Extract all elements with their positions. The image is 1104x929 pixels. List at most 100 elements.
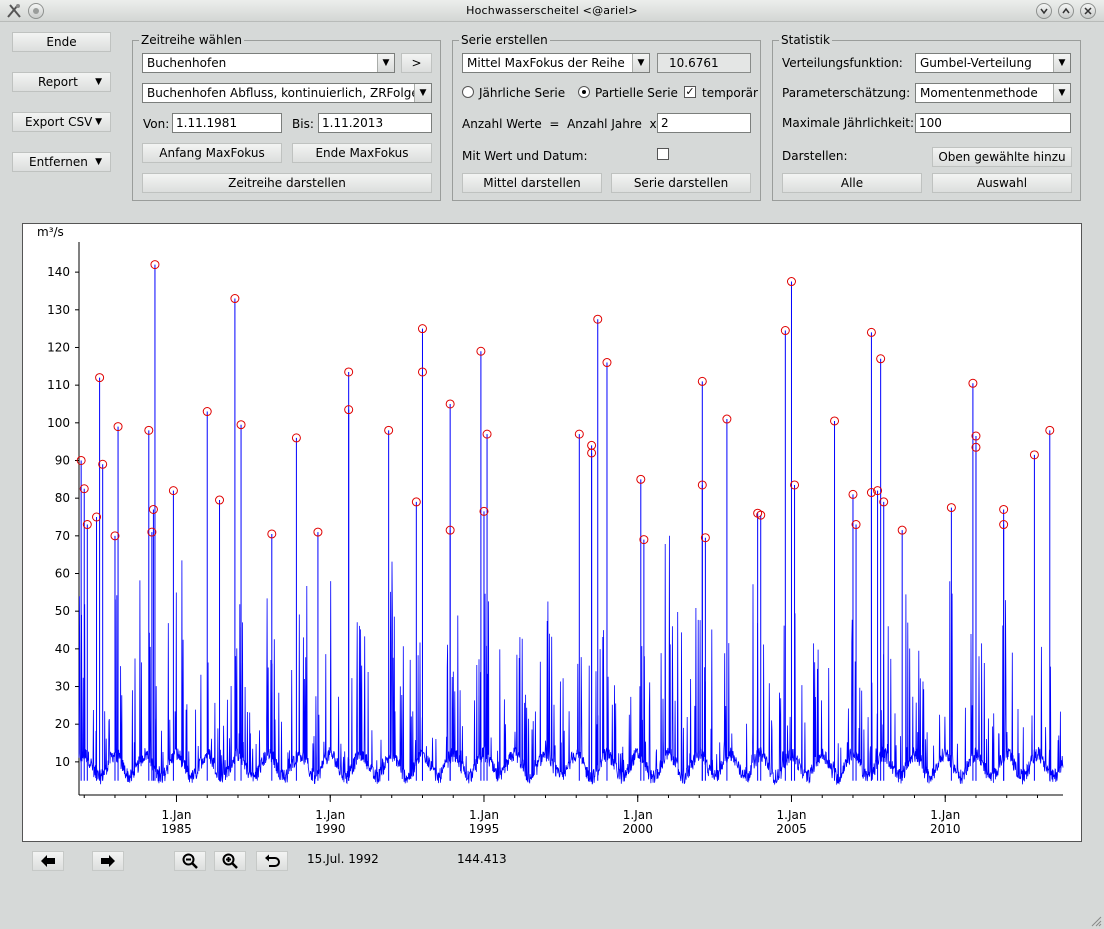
entfernen-label: Entfernen bbox=[29, 155, 88, 169]
entfernen-dropdown[interactable]: Entfernen ▼ bbox=[12, 152, 111, 172]
pan-left-button[interactable] bbox=[32, 851, 64, 871]
zeitreihe-group-title: Zeitreihe wählen bbox=[139, 33, 244, 47]
report-label: Report bbox=[38, 75, 78, 89]
pan-right-button[interactable] bbox=[92, 851, 124, 871]
y-tick-label: 120 bbox=[47, 340, 70, 354]
y-tick-label: 20 bbox=[55, 717, 70, 731]
temporaer-checkbox[interactable]: ✓ bbox=[684, 86, 696, 98]
mittel-darstellen-label: Mittel darstellen bbox=[483, 176, 581, 190]
method-select[interactable]: Mittel MaxFokus der Reihe ▼ bbox=[462, 53, 650, 73]
x-tick-label-top: 1.Jan bbox=[930, 808, 960, 822]
oben-gewaehlte-button[interactable]: Oben gewählte hinzu bbox=[932, 147, 1072, 167]
oben-label: Oben gewählte hinzu bbox=[938, 150, 1066, 164]
von-input[interactable]: 1.11.1981 bbox=[172, 113, 282, 133]
discharge-chart[interactable]: m³/s 10 20 30 40 50 60 70 80 90 100 110 120 130 140 1.J… bbox=[23, 224, 1081, 841]
x-tick-label-bottom: 2000 bbox=[622, 822, 653, 836]
zoom-in-icon bbox=[222, 853, 238, 869]
minimize-button[interactable] bbox=[1036, 3, 1052, 19]
jaehrlich-radio[interactable] bbox=[462, 86, 474, 98]
verteilung-select[interactable]: Gumbel-Verteilung ▼ bbox=[915, 53, 1071, 73]
method-result-field: 10.6761 bbox=[657, 53, 751, 73]
x-tick-label-top: 1.Jan bbox=[162, 808, 192, 822]
x-tick-label-bottom: 2010 bbox=[930, 822, 961, 836]
statistik-group-title: Statistik bbox=[779, 33, 832, 47]
title-bar: Hochwasserscheitel <@ariel> bbox=[0, 0, 1104, 22]
series-value: Buchenhofen Abfluss, kontinuierlich, ZRF… bbox=[147, 86, 432, 100]
ende-button[interactable]: Ende bbox=[12, 32, 111, 52]
plot-area[interactable]: m³/s 10 20 30 40 50 60 70 80 90 100 110 120 130 140 1.J… bbox=[22, 223, 1082, 842]
x-tick-label-bottom: 1995 bbox=[469, 822, 500, 836]
x-tick-label-top: 1.Jan bbox=[777, 808, 807, 822]
max-jaehrlichkeit-input[interactable]: 100 bbox=[915, 113, 1071, 133]
dropdown-arrow-icon: ▼ bbox=[1053, 54, 1070, 72]
y-tick-label: 10 bbox=[55, 755, 70, 769]
maximize-button[interactable] bbox=[1058, 3, 1074, 19]
status-value: 144.413 bbox=[457, 852, 507, 866]
von-value: 1.11.1981 bbox=[176, 116, 238, 130]
export-csv-label: Export CSV bbox=[25, 115, 93, 129]
ende-label: Ende bbox=[46, 35, 77, 49]
station-value: Buchenhofen bbox=[147, 56, 227, 70]
max-jaehrlichkeit-label: Maximale Jährlichkeit: bbox=[782, 116, 915, 130]
dropdown-arrow-icon: ▼ bbox=[414, 84, 431, 102]
x-tick-label-bottom: 1990 bbox=[315, 822, 346, 836]
dropdown-arrow-icon: ▼ bbox=[95, 117, 102, 127]
series-select[interactable]: Buchenhofen Abfluss, kontinuierlich, ZRF… bbox=[142, 83, 432, 103]
ende-maxfokus-label: Ende MaxFokus bbox=[315, 146, 409, 160]
export-csv-dropdown[interactable]: Export CSV ▼ bbox=[12, 112, 111, 132]
y-tick-label: 30 bbox=[55, 680, 70, 694]
mit-wert-checkbox[interactable] bbox=[657, 148, 669, 160]
reset-view-button[interactable] bbox=[256, 851, 288, 871]
report-dropdown[interactable]: Report ▼ bbox=[12, 72, 111, 92]
y-tick-label: 70 bbox=[55, 529, 70, 543]
partiell-label: Partielle Serie bbox=[595, 86, 678, 100]
bis-input[interactable]: 1.11.2013 bbox=[318, 113, 432, 133]
method-value: Mittel MaxFokus der Reihe bbox=[467, 56, 625, 70]
resize-grip-icon[interactable] bbox=[1090, 915, 1102, 927]
x-tick-label-top: 1.Jan bbox=[623, 808, 653, 822]
zeitreihe-darstellen-button[interactable]: Zeitreihe darstellen bbox=[142, 173, 432, 193]
mittel-darstellen-button[interactable]: Mittel darstellen bbox=[462, 173, 602, 193]
darstellen-label: Darstellen: bbox=[782, 149, 848, 163]
alle-button[interactable]: Alle bbox=[782, 173, 922, 193]
zoom-out-button[interactable] bbox=[174, 851, 206, 871]
auswahl-button[interactable]: Auswahl bbox=[932, 173, 1072, 193]
parameter-select[interactable]: Momentenmethode ▼ bbox=[915, 83, 1071, 103]
x-tick-label-top: 1.Jan bbox=[315, 808, 345, 822]
method-result-value: 10.6761 bbox=[669, 56, 719, 70]
next-label: > bbox=[411, 56, 422, 70]
parameter-label: Parameterschätzung: bbox=[782, 86, 911, 100]
discharge-series-line bbox=[78, 535, 1064, 786]
anfang-maxfokus-button[interactable]: Anfang MaxFokus bbox=[142, 143, 282, 163]
close-icon bbox=[1084, 7, 1092, 15]
right-arrow-icon bbox=[101, 855, 115, 867]
close-button[interactable] bbox=[1080, 3, 1096, 19]
dropdown-arrow-icon: ▼ bbox=[95, 157, 102, 167]
station-select[interactable]: Buchenhofen ▼ bbox=[142, 53, 395, 73]
y-tick-label: 140 bbox=[47, 265, 70, 279]
checkmark-icon: ✓ bbox=[685, 85, 695, 98]
y-tick-label: 90 bbox=[55, 453, 70, 467]
auswahl-label: Auswahl bbox=[976, 176, 1028, 190]
y-tick-label: 40 bbox=[55, 642, 70, 656]
serie-group-title: Serie erstellen bbox=[459, 33, 550, 47]
anzahl-label: Anzahl Werte = Anzahl Jahre x bbox=[462, 117, 657, 131]
chevron-up-icon bbox=[1062, 7, 1070, 14]
von-label: Von: bbox=[143, 117, 170, 131]
y-tick-label: 80 bbox=[55, 491, 70, 505]
verteilung-label: Verteilungsfunktion: bbox=[782, 56, 903, 70]
serie-darstellen-label: Serie darstellen bbox=[633, 176, 729, 190]
y-tick-label: 50 bbox=[55, 604, 70, 618]
y-axis-unit-label: m³/s bbox=[37, 225, 64, 239]
alle-label: Alle bbox=[840, 176, 864, 190]
next-station-button[interactable]: > bbox=[401, 53, 432, 73]
zeitreihe-darstellen-label: Zeitreihe darstellen bbox=[228, 176, 346, 190]
temporaer-label: temporär bbox=[702, 86, 758, 100]
ende-maxfokus-button[interactable]: Ende MaxFokus bbox=[292, 143, 432, 163]
anzahl-input[interactable]: 2 bbox=[657, 113, 751, 133]
partiell-radio[interactable] bbox=[578, 86, 590, 98]
serie-darstellen-button[interactable]: Serie darstellen bbox=[611, 173, 751, 193]
y-tick-label: 110 bbox=[47, 378, 70, 392]
dropdown-arrow-icon: ▼ bbox=[632, 54, 649, 72]
zoom-in-button[interactable] bbox=[214, 851, 246, 871]
